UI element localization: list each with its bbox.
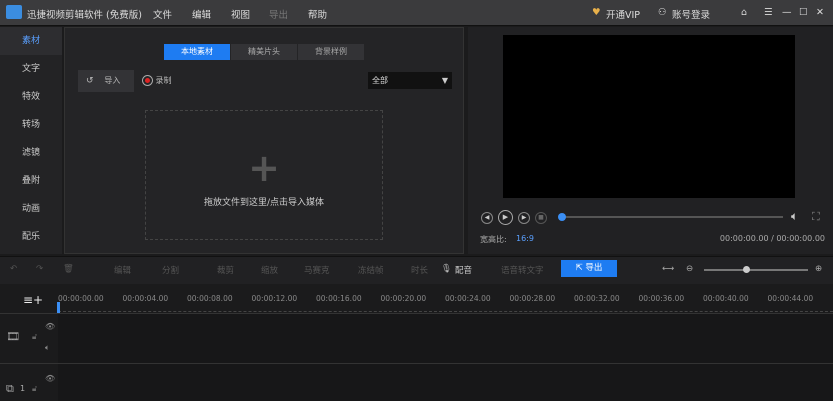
dropdown-arrow-icon: ▼ bbox=[441, 76, 448, 85]
stop-icon[interactable]: ■ bbox=[535, 211, 547, 224]
prev-frame-icon[interactable]: ◀ bbox=[481, 211, 493, 224]
sidebar-item-filters[interactable]: 滤镜 bbox=[0, 139, 62, 167]
ruler-tick-label: 00:00:24.00 bbox=[445, 294, 491, 303]
play-icon[interactable]: ▶ bbox=[498, 210, 513, 225]
timeline-zoom-slider[interactable] bbox=[704, 266, 808, 273]
ruler-tick-label: 00:00:00.00 bbox=[58, 294, 104, 303]
lock-icon[interactable]: 🔓︎ bbox=[32, 332, 37, 342]
sidebar-item-effects[interactable]: 特效 bbox=[0, 83, 62, 111]
video-track-lane[interactable] bbox=[58, 314, 833, 364]
menu-edit[interactable]: 编辑 bbox=[192, 7, 211, 21]
ruler-tick-label: 00:00:04.00 bbox=[122, 294, 169, 303]
volume-icon[interactable]: 🔈︎ bbox=[791, 209, 798, 224]
delete-icon[interactable]: 🗑︎ bbox=[63, 264, 74, 274]
freeze-frame-button[interactable]: 冻结帧 bbox=[358, 264, 384, 276]
sidebar-item-transitions[interactable]: 转场 bbox=[0, 111, 62, 139]
user-icon: ⚇ bbox=[658, 7, 667, 18]
ruler-tick-label: 00:00:44.00 bbox=[767, 294, 814, 303]
app-title: 迅捷视频剪辑软件 (免费版) bbox=[27, 10, 142, 21]
mute-icon[interactable]: 🔈︎ bbox=[45, 343, 50, 353]
ruler-tick-label: 00:00:20.00 bbox=[380, 294, 427, 303]
speech-to-text-button[interactable]: 语音转文字 bbox=[501, 264, 544, 276]
tab-backgrounds[interactable]: 背景样例 bbox=[298, 44, 364, 60]
next-frame-icon[interactable]: ▶ bbox=[518, 211, 530, 224]
track-index: 1 bbox=[20, 384, 26, 393]
ruler-tick-label: 00:00:36.00 bbox=[638, 294, 685, 303]
export-icon: ⇱ bbox=[575, 263, 583, 273]
sidebar: 素材 文字 特效 转场 滤镜 叠附 动画 配乐 bbox=[0, 27, 62, 254]
tab-local-media[interactable]: 本地素材 bbox=[164, 44, 230, 60]
video-track[interactable]: 🎞︎ 🔓︎ 👁︎ 🔈︎ bbox=[0, 313, 833, 364]
filter-select[interactable]: 全部 ▼ bbox=[368, 72, 452, 89]
menu-icon[interactable]: ☰ bbox=[764, 7, 773, 18]
video-preview bbox=[503, 35, 795, 198]
import-icon: ↺ bbox=[86, 76, 94, 86]
sidebar-item-overlay[interactable]: 叠附 bbox=[0, 167, 62, 195]
menu-help[interactable]: 帮助 bbox=[308, 7, 327, 21]
import-button[interactable]: ↺ 导入 bbox=[78, 70, 134, 92]
aspect-label: 宽高比: bbox=[480, 235, 507, 244]
ruler-tick-label: 00:00:16.00 bbox=[316, 294, 362, 303]
mosaic-button[interactable]: 马赛克 bbox=[304, 264, 330, 276]
tab-intros[interactable]: 精美片头 bbox=[231, 44, 297, 60]
zoom-in-icon[interactable]: ⊕ bbox=[815, 264, 822, 274]
fit-timeline-icon[interactable]: ⟷ bbox=[662, 264, 674, 274]
close-icon[interactable]: ✕ bbox=[816, 7, 824, 18]
overlay-track[interactable]: ⧉ 1 🔓︎ 👁︎ bbox=[0, 363, 833, 401]
dub-button[interactable]: 配音 bbox=[455, 264, 472, 276]
edit-button[interactable]: 编辑 bbox=[114, 264, 131, 276]
progress-slider[interactable] bbox=[558, 213, 783, 221]
progress-handle[interactable] bbox=[558, 213, 566, 221]
redo-icon[interactable]: ↷ bbox=[36, 264, 43, 274]
duration-button[interactable]: 时长 bbox=[411, 264, 428, 276]
sidebar-item-text[interactable]: 文字 bbox=[0, 55, 62, 83]
time-display: 00:00:00.00 / 00:00:00.00 bbox=[719, 234, 825, 243]
record-icon bbox=[142, 75, 153, 86]
visibility-icon[interactable]: 👁︎ bbox=[45, 322, 55, 331]
ruler-tick-label: 00:00:28.00 bbox=[509, 294, 556, 303]
zoom-button[interactable]: 缩放 bbox=[261, 264, 278, 276]
menu-view[interactable]: 视图 bbox=[231, 7, 250, 21]
vip-button[interactable]: 开通VIP bbox=[606, 7, 640, 21]
visibility-icon[interactable]: 👁︎ bbox=[45, 374, 55, 383]
ruler-tick-label: 00:00:12.00 bbox=[251, 294, 298, 303]
home-icon[interactable]: ⌂ bbox=[741, 7, 747, 18]
maximize-icon[interactable]: ☐ bbox=[799, 7, 808, 18]
edit-toolbar: ↶ ↷ 🗑︎ 编辑 分割 裁剪 缩放 马赛克 冻结帧 时长 🎙︎ 配音 语音转文… bbox=[0, 256, 833, 284]
drop-zone[interactable]: + 拖放文件到这里/点击导入媒体 bbox=[145, 110, 383, 240]
undo-icon[interactable]: ↶ bbox=[10, 264, 17, 274]
add-track-icon[interactable]: ≡+ bbox=[23, 293, 43, 307]
ruler-tick-label: 00:00:40.00 bbox=[703, 294, 749, 303]
login-button[interactable]: 账号登录 bbox=[672, 7, 710, 21]
zoom-out-icon[interactable]: ⊖ bbox=[686, 264, 693, 274]
crop-button[interactable]: 裁剪 bbox=[217, 264, 234, 276]
menu-file[interactable]: 文件 bbox=[153, 7, 172, 21]
film-icon: 🎞︎ bbox=[6, 330, 20, 343]
title-bar: 迅捷视频剪辑软件 (免费版) 文件 编辑 视图 导出 帮助 ♥ 开通VIP ⚇ … bbox=[0, 0, 833, 26]
lock-icon[interactable]: 🔓︎ bbox=[32, 384, 37, 394]
split-button[interactable]: 分割 bbox=[162, 264, 179, 276]
ruler-tick-label: 00:00:32.00 bbox=[574, 294, 620, 303]
minimize-icon[interactable]: — bbox=[782, 7, 792, 18]
sidebar-item-music[interactable]: 配乐 bbox=[0, 223, 62, 251]
mic-icon: 🎙︎ bbox=[441, 264, 452, 274]
fullscreen-icon[interactable]: ⛶ bbox=[812, 210, 820, 224]
preview-panel: ◀ ▶ ▶ ■ 🔈︎ ⛶ 宽高比: 16:9 00:00:00.00 / 00:… bbox=[468, 27, 833, 254]
app-logo-icon bbox=[6, 5, 22, 19]
record-button[interactable]: 录制 bbox=[142, 75, 172, 87]
zoom-slider-handle[interactable] bbox=[742, 266, 750, 273]
sidebar-item-animation[interactable]: 动画 bbox=[0, 195, 62, 223]
ruler-tick-label: 00:00:08.00 bbox=[187, 294, 233, 303]
timeline-ruler[interactable]: 00:00:00.00 00:00:04.00 00:00:08.00 00:00:1… bbox=[58, 288, 833, 312]
menu-export[interactable]: 导出 bbox=[269, 7, 288, 21]
vip-icon: ♥ bbox=[592, 7, 601, 18]
sidebar-item-media[interactable]: 素材 bbox=[0, 27, 62, 55]
overlay-icon: ⧉ bbox=[6, 382, 14, 395]
media-panel: 本地素材 精美片头 背景样例 ↺ 导入 录制 全部 ▼ + 拖放文件到这里/点击… bbox=[64, 27, 464, 254]
add-icon: + bbox=[248, 146, 280, 190]
export-button[interactable]: ⇱ 导出 bbox=[561, 260, 617, 277]
aspect-value[interactable]: 16:9 bbox=[516, 234, 534, 243]
overlay-track-lane[interactable] bbox=[58, 364, 833, 401]
